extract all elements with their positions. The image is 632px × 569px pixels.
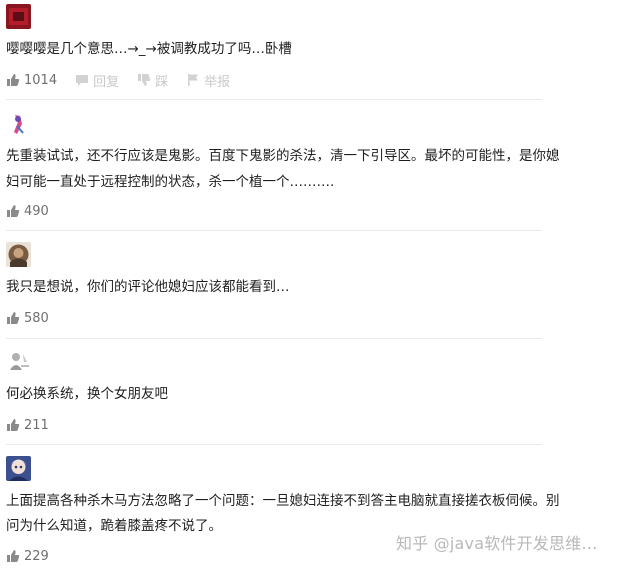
like-count: 211 xyxy=(24,417,49,433)
reply-button[interactable]: 回复 xyxy=(75,71,119,90)
comment-text: 何必换系统，换个女朋友吧 xyxy=(6,386,168,402)
divider xyxy=(6,338,542,339)
divider xyxy=(6,230,542,231)
like-button[interactable]: 580 xyxy=(6,311,49,326)
like-button[interactable]: 211 xyxy=(6,418,49,433)
like-button[interactable]: 229 xyxy=(6,549,49,564)
comment-text: 我只是想说，你们的评论他媳妇应该都能看到… xyxy=(6,279,290,295)
watermark: 知乎 @java软件开发思维… xyxy=(396,534,598,553)
avatar[interactable] xyxy=(6,348,31,373)
comment-text: 妇可能一直处于远程控制的状态，杀一个植一个………. xyxy=(6,174,335,190)
report-label: 举报 xyxy=(204,74,231,90)
reply-label: 回复 xyxy=(93,74,120,90)
thumbs-up-icon xyxy=(6,73,20,87)
thumbs-down-icon xyxy=(137,73,151,87)
like-button[interactable]: 1014 xyxy=(6,73,57,88)
dislike-button[interactable]: 踩 xyxy=(137,71,168,90)
thumbs-up-icon xyxy=(6,418,20,432)
reply-icon xyxy=(75,73,89,87)
like-count: 580 xyxy=(24,310,49,326)
comment-text: 先重装试试，还不行应该是鬼影。百度下鬼影的杀法，清一下引导区。最坏的可能性，是你… xyxy=(6,148,560,164)
report-button[interactable]: 举报 xyxy=(186,71,230,90)
like-count: 229 xyxy=(24,548,49,564)
avatar[interactable] xyxy=(6,4,31,29)
divider xyxy=(6,444,542,445)
comment-text: 上面提高各种杀木马方法忽略了一个问题：一旦媳妇连接不到答主电脑就直接搓衣板伺候。… xyxy=(6,493,560,509)
comment-text: 嘤嘤嘤是几个意思…→_→被调教成功了吗…卧槽 xyxy=(6,41,292,57)
like-count: 1014 xyxy=(24,72,58,88)
avatar[interactable] xyxy=(6,242,31,267)
divider xyxy=(6,99,542,100)
avatar[interactable] xyxy=(6,112,31,137)
thumbs-up-icon xyxy=(6,204,20,218)
avatar[interactable] xyxy=(6,456,31,481)
dislike-label: 踩 xyxy=(155,74,169,90)
like-button[interactable]: 490 xyxy=(6,204,49,219)
thumbs-up-icon xyxy=(6,311,20,325)
thumbs-up-icon xyxy=(6,549,20,563)
like-count: 490 xyxy=(24,203,49,219)
flag-icon xyxy=(186,73,200,87)
